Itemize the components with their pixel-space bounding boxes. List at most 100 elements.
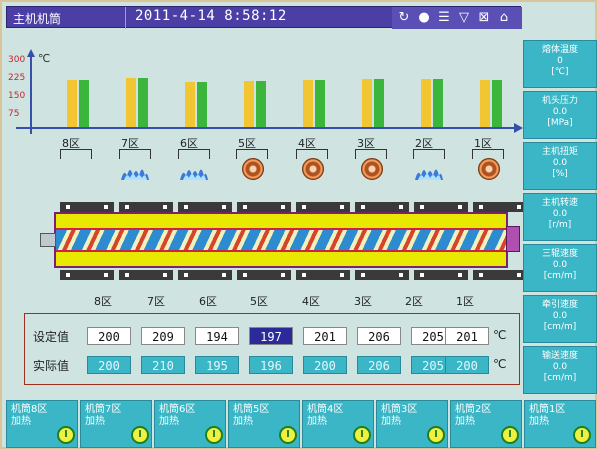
extruder-barrel <box>40 200 527 284</box>
melt-temp-panel[interactable]: 熔体温度 0 [℃] <box>523 40 597 88</box>
heater-band-top <box>119 202 173 212</box>
die-head <box>506 226 520 252</box>
heater-icon <box>121 169 149 180</box>
header-bar: 主机机筒 2011-4-14 8:58:12 ↻ ● ☰ ▽ ⊠ ⌂ <box>6 6 522 29</box>
actual-value-zone4: 200 <box>303 356 347 374</box>
zone-label-bottom: 1区 <box>456 295 474 308</box>
zone3-heat-button[interactable]: 机筒3区 加热 I <box>376 400 448 448</box>
set-value-input-zone5[interactable]: 197 <box>249 327 293 345</box>
fan-icon <box>242 158 264 180</box>
actual-value-zone5: 196 <box>249 356 293 374</box>
panel-label: 输送速度 <box>541 351 578 361</box>
zone-label-bottom: 5区 <box>250 295 268 308</box>
panel-value: 0.0 <box>552 107 568 117</box>
panel-label: 熔体温度 <box>541 45 578 55</box>
power-icon: I <box>573 426 591 444</box>
set-temp-bar-6区 <box>185 81 195 127</box>
roller-speed-panel[interactable]: 三辊速度 0.0 [cm/m] <box>523 244 597 292</box>
set-value-input-zone7[interactable]: 209 <box>141 327 185 345</box>
fan-icon <box>302 158 324 180</box>
conveyor-speed-panel[interactable]: 输送速度 0.0 [cm/m] <box>523 346 597 394</box>
zone7-heat-button[interactable]: 机筒7区 加热 I <box>80 400 152 448</box>
zone-bracket <box>178 149 210 159</box>
actual-temp-bar-2区 <box>433 79 443 127</box>
button-label: 机筒6区 <box>159 404 196 415</box>
y-tick-label: 150 <box>8 91 26 101</box>
zone-label-bottom: 3区 <box>354 295 372 308</box>
conveyor-icon[interactable]: ⊠ <box>476 10 492 25</box>
actual-temp-bar-8区 <box>79 80 89 127</box>
zone1-heat-button[interactable]: 机筒1区 加热 I <box>524 400 596 448</box>
main-speed-panel[interactable]: 主机转速 0.0 [r/m] <box>523 193 597 241</box>
haul-off-speed-panel[interactable]: 牵引速度 0.0 [cm/m] <box>523 295 597 343</box>
set-temp-bar-8区 <box>67 80 77 127</box>
button-label: 机筒1区 <box>529 404 566 415</box>
head-pressure-panel[interactable]: 机头压力 0.0 [MPa] <box>523 91 597 139</box>
heater-band-top <box>355 202 409 212</box>
zone-label-bottom: 6区 <box>199 295 217 308</box>
heater-band-bottom <box>296 270 350 280</box>
zone-bracket <box>60 149 92 159</box>
panel-value: 0.0 <box>552 260 568 270</box>
record-icon[interactable]: ● <box>416 10 432 25</box>
chart-y-unit: ℃ <box>38 52 51 65</box>
zone2-heat-button[interactable]: 机筒2区 加热 I <box>450 400 522 448</box>
heater-band-top <box>296 202 350 212</box>
heater-band-bottom <box>60 270 114 280</box>
panel-unit: [cm/m] <box>543 322 577 332</box>
actual-temp-bar-5区 <box>256 81 266 127</box>
page-title: 主机机筒 <box>13 12 62 26</box>
zone-label-bottom: 8区 <box>94 295 112 308</box>
main-torque-panel[interactable]: 主机扭矩 0.0 [%] <box>523 142 597 190</box>
factory-icon[interactable]: ⌂ <box>496 10 512 25</box>
power-icon: I <box>131 426 149 444</box>
set-value-input-zone3[interactable]: 206 <box>357 327 401 345</box>
set-temp-bar-1区 <box>480 80 490 127</box>
power-icon: I <box>205 426 223 444</box>
set-unit: ℃ <box>493 328 507 342</box>
barrel-body <box>54 212 508 268</box>
screw-shaft <box>40 233 56 247</box>
panel-value: 0 <box>557 56 563 66</box>
heater-band-top <box>178 202 232 212</box>
actual-temp-bar-6区 <box>197 81 207 127</box>
chart-y-axis-arrow <box>27 49 35 57</box>
actual-value-label: 实际值 <box>33 359 70 373</box>
button-label: 机筒4区 <box>307 404 344 415</box>
filter-icon[interactable]: ▽ <box>456 10 472 25</box>
zone5-heat-button[interactable]: 机筒5区 加热 I <box>228 400 300 448</box>
set-temp-bar-2区 <box>421 79 431 127</box>
zone6-heat-button[interactable]: 机筒6区 加热 I <box>154 400 226 448</box>
refresh-icon[interactable]: ↻ <box>396 10 412 25</box>
set-temp-bar-7区 <box>126 78 136 127</box>
panel-unit: [%] <box>552 169 568 179</box>
panel-unit: [cm/m] <box>543 271 577 281</box>
set-value-input-zone8[interactable]: 200 <box>87 327 131 345</box>
y-tick-label: 300 <box>8 55 26 65</box>
set-value-input-zone1[interactable]: 201 <box>445 327 489 345</box>
list-icon[interactable]: ☰ <box>436 10 452 25</box>
panel-unit: [MPa] <box>547 118 573 128</box>
header-divider <box>125 7 126 29</box>
zone4-heat-button[interactable]: 机筒4区 加热 I <box>302 400 374 448</box>
process-sidebar: 熔体温度 0 [℃] 机头压力 0.0 [MPa] 主机扭矩 0.0 [%] 主… <box>523 40 597 398</box>
zone-label-bottom: 4区 <box>302 295 320 308</box>
panel-value: 0.0 <box>552 311 568 321</box>
set-value-input-zone6[interactable]: 194 <box>195 327 239 345</box>
y-tick-label: 75 <box>8 109 20 119</box>
panel-label: 机头压力 <box>541 96 578 106</box>
heater-band-bottom <box>237 270 291 280</box>
heater-band-bottom <box>473 270 527 280</box>
actual-value-zone7: 210 <box>141 356 185 374</box>
zone8-heat-button[interactable]: 机筒8区 加热 I <box>6 400 78 448</box>
zone-bracket <box>119 149 151 159</box>
set-temp-bar-5区 <box>244 81 254 127</box>
set-temp-bar-3区 <box>362 78 372 127</box>
button-label: 机筒5区 <box>233 404 270 415</box>
set-value-input-zone4[interactable]: 201 <box>303 327 347 345</box>
chart-x-axis-arrow <box>514 123 523 133</box>
button-label: 机筒3区 <box>381 404 418 415</box>
actual-temp-bar-7区 <box>138 78 148 127</box>
panel-value: 0.0 <box>552 362 568 372</box>
button-label: 机筒8区 <box>11 404 48 415</box>
